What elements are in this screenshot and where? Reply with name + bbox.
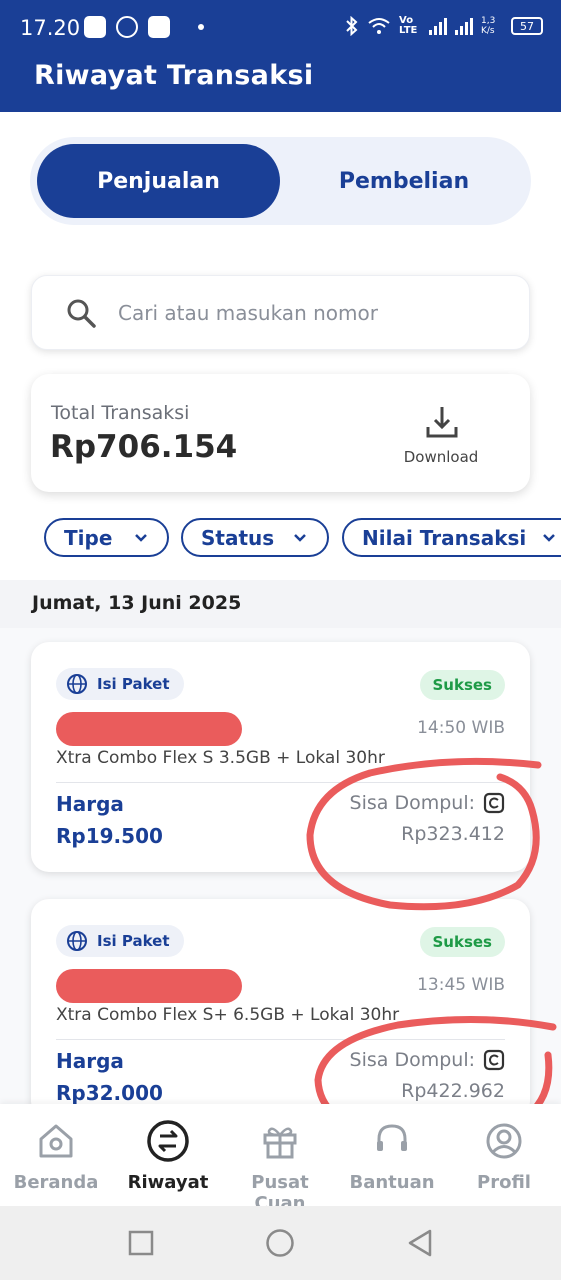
transaction-time: 13:45 WIB: [417, 975, 505, 995]
notification-app-icon: [84, 16, 106, 38]
product-name: Xtra Combo Flex S 3.5GB + Lokal 30hr: [56, 748, 385, 768]
balance-label: Sisa Dompul:: [349, 1049, 475, 1071]
redacted-phone-number: [56, 712, 242, 746]
filter-label: Tipe: [64, 525, 113, 550]
filter-label: Nilai Transaksi: [362, 525, 527, 550]
filter-status[interactable]: Status: [181, 518, 329, 557]
total-value: Rp706.154: [50, 429, 238, 465]
nav-beranda[interactable]: Beranda: [0, 1118, 112, 1193]
more-notifications-icon: [198, 24, 204, 30]
nav-label: Riwayat: [127, 1172, 209, 1193]
redacted-phone-number: [56, 969, 242, 1003]
wallet-icon: [483, 1049, 505, 1071]
balance-label: Sisa Dompul:: [349, 792, 475, 814]
balance-label-row: Sisa Dompul:: [350, 792, 505, 814]
nav-riwayat[interactable]: Riwayat: [112, 1118, 224, 1193]
balance-value: Rp422.962: [401, 1080, 505, 1102]
nav-bantuan[interactable]: Bantuan: [336, 1118, 448, 1193]
divider: [56, 782, 505, 783]
battery-icon: 57: [511, 17, 543, 35]
transaction-card[interactable]: Isi Paket Sukses 13:45 WIB Xtra Combo Fl…: [31, 899, 530, 1119]
network-type: Vo LTE: [399, 15, 418, 36]
status-badge: Sukses: [419, 670, 505, 700]
search-icon: [66, 298, 96, 332]
price-label: Harga: [56, 1049, 124, 1073]
total-transaction-card: Total Transaksi Rp706.154 Download: [31, 374, 530, 492]
history-icon: [112, 1118, 224, 1164]
price-label: Harga: [56, 792, 124, 816]
network-speed: 1,3 K/s: [481, 16, 496, 36]
nav-label: Bantuan: [349, 1172, 435, 1193]
globe-icon: [67, 674, 87, 694]
status-time: 17.20: [20, 16, 81, 40]
battery-level: 57: [520, 19, 534, 33]
transaction-card[interactable]: Isi Paket Sukses 14:50 WIB Xtra Combo Fl…: [31, 642, 530, 872]
filter-nilai-transaksi[interactable]: Nilai Transaksi: [342, 518, 561, 557]
tab-penjualan[interactable]: Penjualan: [37, 144, 280, 218]
chevron-down-icon: [294, 534, 306, 542]
date-group-header: Jumat, 13 Juni 2025: [0, 580, 561, 628]
bluetooth-icon: [346, 16, 358, 36]
download-icon: [426, 407, 458, 438]
system-navigation-bar: [0, 1206, 561, 1280]
nav-pusat-cuan[interactable]: Pusat Cuan: [224, 1118, 336, 1214]
search-input[interactable]: [118, 296, 508, 330]
notification-icons: [84, 16, 204, 38]
chevron-down-icon: [135, 534, 147, 542]
divider: [56, 1039, 505, 1040]
price-value: Rp19.500: [56, 824, 163, 848]
status-bar: 17.20 Vo LTE 1,3 K/s 57: [0, 0, 561, 58]
back-icon[interactable]: [406, 1228, 434, 1258]
date-group-label: Jumat, 13 Juni 2025: [32, 592, 242, 614]
bottom-navigation: Beranda Riwayat Pusat Cuan Bantuan Profi…: [0, 1104, 561, 1214]
home-icon: [0, 1118, 112, 1164]
profile-icon: [448, 1118, 560, 1164]
download-label: Download: [403, 448, 479, 466]
page-title: Riwayat Transaksi: [34, 60, 314, 91]
search-box[interactable]: [31, 275, 530, 350]
balance-value: Rp323.412: [401, 823, 505, 845]
category-badge: Isi Paket: [56, 925, 184, 957]
total-label: Total Transaksi: [51, 402, 190, 424]
home-button-icon[interactable]: [265, 1228, 295, 1258]
system-icons: Vo LTE 1,3 K/s 57: [345, 16, 543, 36]
price-value: Rp32.000: [56, 1081, 163, 1105]
balance-label-row: Sisa Dompul:: [350, 1049, 505, 1071]
chevron-down-icon: [543, 534, 555, 542]
filter-label: Status: [201, 525, 275, 550]
notification-app-icon: [148, 16, 170, 38]
recents-icon[interactable]: [128, 1230, 154, 1256]
whatsapp-icon: [116, 16, 138, 38]
filter-bar: Tipe Status Nilai Transaksi: [44, 518, 561, 558]
wallet-icon: [483, 792, 505, 814]
app-header: 17.20 Vo LTE 1,3 K/s 57 Riwayat Transaks…: [0, 0, 561, 112]
signal-icon-2: [455, 17, 473, 35]
wifi-icon: [368, 18, 390, 34]
category-badge: Isi Paket: [56, 668, 184, 700]
transaction-time: 14:50 WIB: [417, 718, 505, 738]
download-button[interactable]: Download: [393, 402, 489, 468]
headset-icon: [336, 1118, 448, 1164]
gift-icon: [224, 1118, 336, 1164]
signal-icon: [429, 17, 447, 35]
nav-label: Beranda: [13, 1172, 99, 1193]
nav-label: Profil: [477, 1172, 531, 1193]
globe-icon: [67, 931, 87, 951]
tab-pembelian[interactable]: Pembelian: [284, 144, 524, 218]
category-label: Isi Paket: [97, 932, 170, 950]
category-label: Isi Paket: [97, 675, 170, 693]
filter-tipe[interactable]: Tipe: [44, 518, 169, 557]
transaction-type-toggle: Penjualan Pembelian: [30, 137, 531, 225]
status-badge: Sukses: [419, 927, 505, 957]
product-name: Xtra Combo Flex S+ 6.5GB + Lokal 30hr: [56, 1005, 400, 1025]
nav-profil[interactable]: Profil: [448, 1118, 560, 1193]
